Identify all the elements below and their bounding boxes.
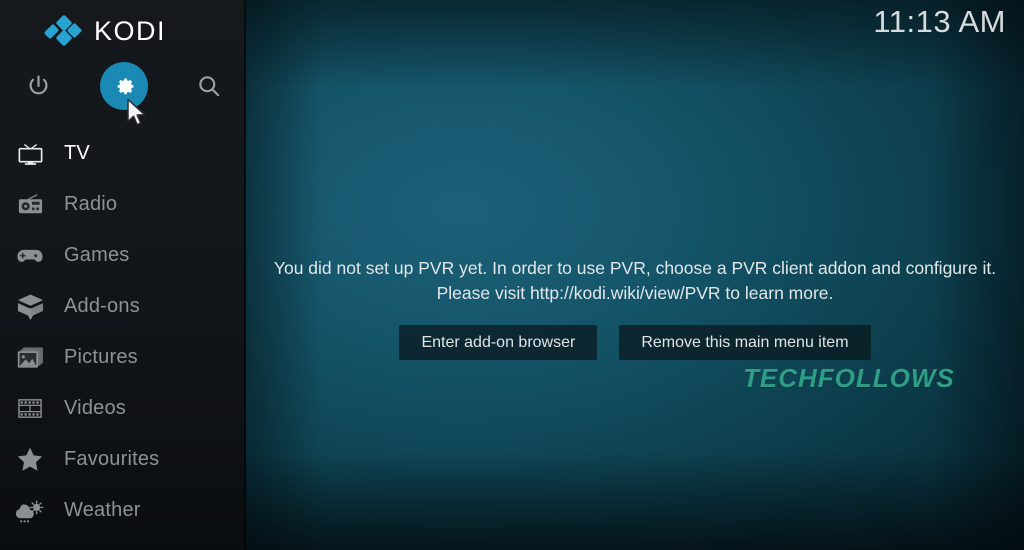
sidebar-item-label: Radio <box>64 193 118 215</box>
power-button[interactable] <box>12 60 64 112</box>
sidebar-item-label: Pictures <box>64 346 138 368</box>
settings-button[interactable] <box>98 60 150 112</box>
sidebar-item-favourites[interactable]: Favourites <box>0 434 246 485</box>
search-icon <box>199 76 220 97</box>
left-sidebar: KODI TV Radio Games Add-ons Pictures Vid… <box>0 0 246 550</box>
radio-icon <box>10 188 50 222</box>
remove-main-menu-item-button[interactable]: Remove this main menu item <box>619 325 871 360</box>
gamepad-icon <box>10 239 50 273</box>
enter-addon-browser-button[interactable]: Enter add-on browser <box>399 325 598 360</box>
sidebar-item-label: Add-ons <box>64 295 140 317</box>
search-button[interactable] <box>183 60 235 112</box>
sidebar-item-label: Favourites <box>64 448 160 470</box>
addons-box-icon <box>10 290 50 324</box>
message-line-2: Please visit http://kodi.wiki/view/PVR t… <box>436 283 834 303</box>
film-strip-icon <box>10 392 50 426</box>
clock: 11:13 AM <box>873 4 1006 39</box>
star-icon <box>10 443 50 477</box>
sidebar-item-label: Videos <box>64 397 126 419</box>
sidebar-item-tv[interactable]: TV <box>0 128 246 179</box>
pvr-setup-message: You did not set up PVR yet. In order to … <box>262 256 1008 306</box>
message-line-1: You did not set up PVR yet. In order to … <box>273 258 997 278</box>
kodi-home-screen: KODI TV Radio Games Add-ons Pictures Vid… <box>0 0 1024 550</box>
action-button-row: Enter add-on browser Remove this main me… <box>246 325 1024 360</box>
kodi-logo-text: KODI <box>94 15 167 46</box>
sidebar-item-pictures[interactable]: Pictures <box>0 332 246 383</box>
pictures-icon <box>10 341 50 375</box>
sidebar-item-radio[interactable]: Radio <box>0 179 246 230</box>
sidebar-item-games[interactable]: Games <box>0 230 246 281</box>
sidebar-item-videos[interactable]: Videos <box>0 383 246 434</box>
tv-icon <box>10 137 50 171</box>
power-icon <box>29 75 47 94</box>
weather-icon <box>10 494 50 528</box>
sidebar-item-label: Games <box>64 244 130 266</box>
sidebar-item-weather[interactable]: Weather <box>0 485 246 536</box>
kodi-logo: KODI <box>0 10 246 52</box>
main-content: You did not set up PVR yet. In order to … <box>246 0 1024 550</box>
kodi-logo-mark-icon <box>43 14 83 47</box>
sidebar-top-icon-row <box>0 60 246 112</box>
sidebar-item-label: TV <box>64 142 90 164</box>
settings-gear-icon <box>117 77 133 94</box>
techfollows-watermark: TECHFOLLOWS <box>743 363 955 393</box>
sidebar-item-label: Weather <box>64 499 141 521</box>
main-menu: TV Radio Games Add-ons Pictures Videos F… <box>0 128 246 536</box>
sidebar-item-addons[interactable]: Add-ons <box>0 281 246 332</box>
